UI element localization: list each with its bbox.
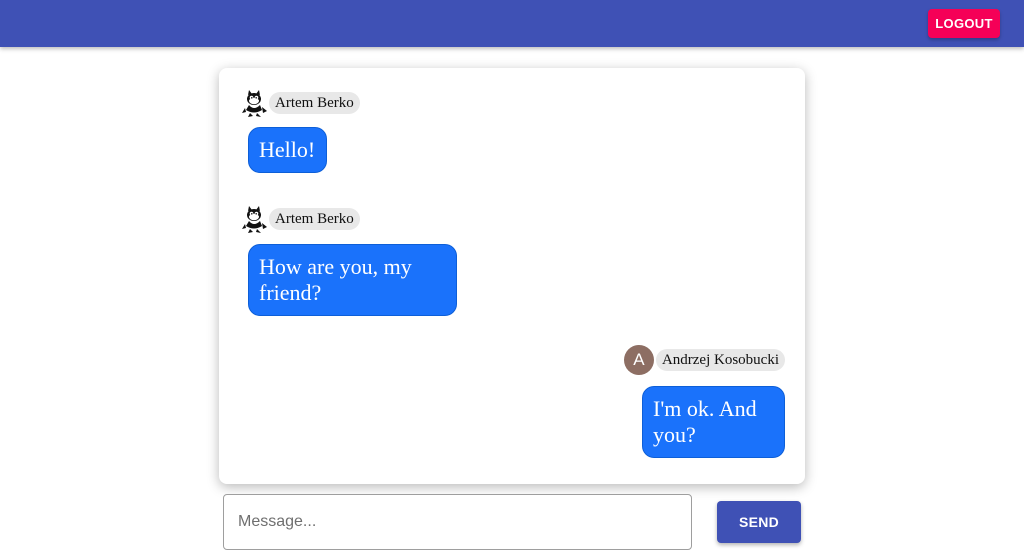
sender-name: Artem Berko [269, 92, 360, 114]
message-bubble: Hello! [248, 127, 327, 173]
sender-row: Artem Berko [240, 205, 360, 233]
message-item-own: A Andrzej Kosobucki I'm ok. And you? [619, 345, 785, 458]
send-button[interactable]: SEND [717, 501, 801, 543]
message-input-field[interactable] [223, 494, 692, 550]
cartoon-cat-icon [240, 205, 268, 233]
message-item: Artem Berko How are you, my friend? [240, 205, 457, 316]
sender-row: A Andrzej Kosobucki [623, 345, 785, 375]
sender-name: Artem Berko [269, 208, 360, 230]
message-bubble: How are you, my friend? [248, 244, 457, 316]
logout-button[interactable]: LOGOUT [928, 9, 1000, 38]
user-avatar: A [623, 345, 654, 375]
message-bubble: I'm ok. And you? [642, 386, 785, 458]
sender-name: Andrzej Kosobucki [655, 349, 785, 371]
message-item: Artem Berko Hello! [240, 89, 360, 173]
cartoon-cat-icon [240, 89, 268, 117]
sender-row: Artem Berko [240, 89, 360, 117]
chat-panel: Artem Berko Hello! Artem Berko How are y… [219, 68, 805, 484]
app-bar: LOGOUT [0, 0, 1024, 47]
message-input[interactable] [224, 495, 678, 549]
